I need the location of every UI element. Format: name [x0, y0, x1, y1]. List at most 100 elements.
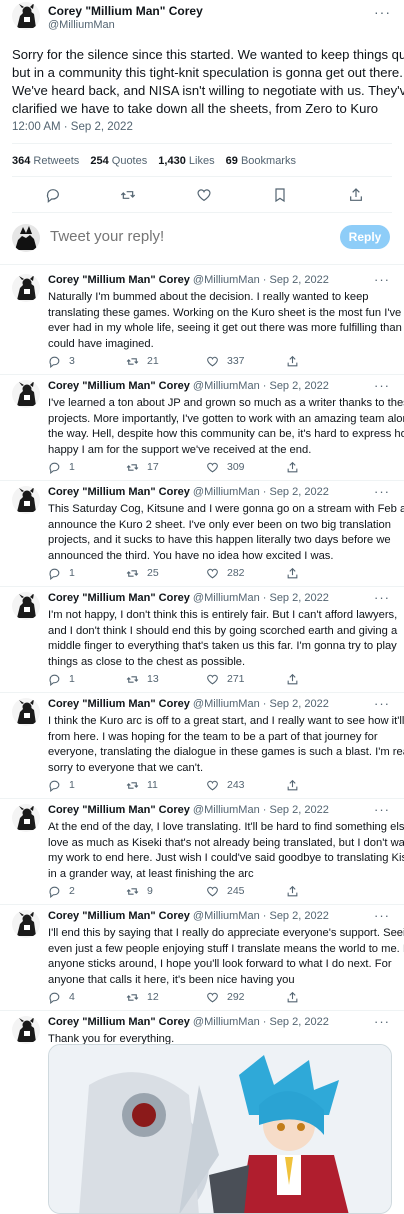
author-meta[interactable]: @MilliumMan · Sep 2, 2022	[193, 380, 329, 392]
retweet-action[interactable]: 21	[126, 354, 159, 368]
author-name[interactable]: Corey "Millium Man" Corey	[48, 592, 190, 604]
author-meta[interactable]: @MilliumMan · Sep 2, 2022	[193, 486, 329, 498]
more-options-icon[interactable]: ···	[374, 4, 391, 20]
bookmark-icon[interactable]	[272, 187, 288, 203]
share-icon[interactable]	[348, 187, 364, 203]
retweets-stat[interactable]: 364 Retweets	[12, 155, 79, 167]
more-options-icon[interactable]: ···	[374, 802, 390, 817]
share-icon[interactable]	[286, 461, 307, 474]
heart-icon[interactable]	[206, 991, 227, 1004]
like-action[interactable]: 245	[206, 884, 245, 898]
bookmarks-stat[interactable]: 69 Bookmarks	[226, 155, 296, 167]
more-options-icon[interactable]: ···	[374, 696, 390, 711]
author-avatar[interactable]	[12, 486, 40, 514]
author-meta[interactable]: @MilliumMan · Sep 2, 2022	[193, 1016, 329, 1028]
retweet-action[interactable]: 12	[126, 990, 159, 1004]
author-name[interactable]: Corey "Millium Man" Corey	[48, 486, 190, 498]
author-meta[interactable]: @MilliumMan · Sep 2, 2022	[193, 910, 329, 922]
tweet-timestamp[interactable]: 12:00 AM · Sep 2, 2022	[12, 121, 133, 133]
author-name[interactable]: Corey "Millium Man" Corey	[48, 380, 190, 392]
more-options-icon[interactable]: ···	[374, 1014, 390, 1029]
author-name[interactable]: Corey "Millium Man" Corey	[48, 4, 203, 18]
more-options-icon[interactable]: ···	[374, 590, 390, 605]
reply-action[interactable]: 2	[48, 884, 75, 898]
author-avatar[interactable]	[12, 2, 40, 30]
heart-icon[interactable]	[206, 885, 227, 898]
retweet-icon[interactable]	[126, 673, 147, 686]
share-icon[interactable]	[286, 991, 307, 1004]
retweet-icon[interactable]	[126, 991, 147, 1004]
comment-icon[interactable]	[48, 885, 69, 898]
reply-action[interactable]: 1	[48, 778, 75, 792]
share-action[interactable]	[286, 566, 307, 580]
author-handle[interactable]: @MilliumMan	[48, 19, 115, 31]
author-avatar[interactable]	[12, 592, 40, 620]
comment-icon[interactable]	[48, 779, 69, 792]
like-action[interactable]: 243	[206, 778, 245, 792]
share-icon[interactable]	[286, 355, 307, 368]
author-name[interactable]: Corey "Millium Man" Corey	[48, 1016, 190, 1028]
author-name[interactable]: Corey "Millium Man" Corey	[48, 274, 190, 286]
reply-action[interactable]: 4	[48, 990, 75, 1004]
share-action[interactable]	[286, 460, 307, 474]
author-avatar[interactable]	[12, 274, 40, 302]
author-avatar[interactable]	[12, 910, 40, 938]
like-action[interactable]: 309	[206, 460, 245, 474]
share-icon[interactable]	[286, 567, 307, 580]
author-meta[interactable]: @MilliumMan · Sep 2, 2022	[193, 698, 329, 710]
comment-icon[interactable]	[48, 991, 69, 1004]
share-action[interactable]	[286, 778, 307, 792]
author-meta[interactable]: @MilliumMan · Sep 2, 2022	[193, 592, 329, 604]
heart-icon[interactable]	[206, 673, 227, 686]
reply-input[interactable]	[50, 228, 320, 245]
heart-icon[interactable]	[196, 187, 212, 203]
heart-icon[interactable]	[206, 779, 227, 792]
retweet-icon[interactable]	[126, 355, 147, 368]
reply-button[interactable]: Reply	[340, 225, 390, 249]
reply-action[interactable]: 1	[48, 566, 75, 580]
retweet-action[interactable]: 9	[126, 884, 153, 898]
heart-icon[interactable]	[206, 355, 227, 368]
quotes-stat[interactable]: 254 Quotes	[90, 155, 147, 167]
like-action[interactable]: 337	[206, 354, 245, 368]
author-meta[interactable]: @MilliumMan · Sep 2, 2022	[193, 274, 329, 286]
author-avatar[interactable]	[12, 380, 40, 408]
like-action[interactable]: 292	[206, 990, 245, 1004]
author-name[interactable]: Corey "Millium Man" Corey	[48, 804, 190, 816]
more-options-icon[interactable]: ···	[374, 378, 390, 393]
attached-image[interactable]	[48, 1044, 392, 1214]
share-action[interactable]	[286, 354, 307, 368]
share-action[interactable]	[286, 884, 307, 898]
like-action[interactable]: 282	[206, 566, 245, 580]
author-avatar[interactable]	[12, 804, 40, 832]
retweet-icon[interactable]	[120, 187, 136, 203]
share-icon[interactable]	[286, 779, 307, 792]
like-action[interactable]: 271	[206, 672, 245, 686]
comment-icon[interactable]	[48, 673, 69, 686]
retweet-action[interactable]: 17	[126, 460, 159, 474]
retweet-action[interactable]: 25	[126, 566, 159, 580]
retweet-icon[interactable]	[126, 885, 147, 898]
author-name[interactable]: Corey "Millium Man" Corey	[48, 910, 190, 922]
author-meta[interactable]: @MilliumMan · Sep 2, 2022	[193, 804, 329, 816]
retweet-action[interactable]: 11	[126, 778, 158, 792]
comment-icon[interactable]	[48, 355, 69, 368]
share-icon[interactable]	[286, 885, 307, 898]
author-avatar[interactable]	[12, 698, 40, 726]
heart-icon[interactable]	[206, 567, 227, 580]
retweet-action[interactable]: 13	[126, 672, 159, 686]
comment-icon[interactable]	[45, 187, 61, 203]
reply-action[interactable]: 1	[48, 460, 75, 474]
more-options-icon[interactable]: ···	[374, 272, 390, 287]
reply-action[interactable]: 1	[48, 672, 75, 686]
share-icon[interactable]	[286, 673, 307, 686]
retweet-icon[interactable]	[126, 461, 147, 474]
more-options-icon[interactable]: ···	[374, 484, 390, 499]
retweet-icon[interactable]	[126, 567, 147, 580]
likes-stat[interactable]: 1,430 Likes	[158, 155, 214, 167]
comment-icon[interactable]	[48, 567, 69, 580]
author-name[interactable]: Corey "Millium Man" Corey	[48, 698, 190, 710]
heart-icon[interactable]	[206, 461, 227, 474]
share-action[interactable]	[286, 990, 307, 1004]
share-action[interactable]	[286, 672, 307, 686]
